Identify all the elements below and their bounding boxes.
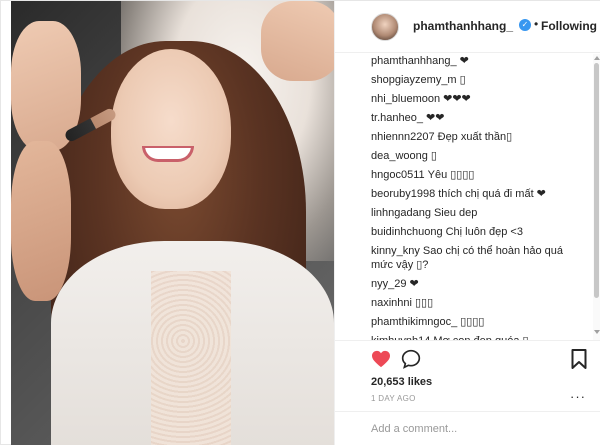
header-username[interactable]: phamthanhhang_	[413, 19, 513, 33]
header-separator: •	[534, 17, 539, 31]
comment-row: naxinhni ▯▯▯	[371, 296, 593, 310]
heart-icon[interactable]	[371, 350, 391, 368]
post-side-panel: phamthanhhang_ ✓ • Following phamthanhha…	[334, 1, 600, 445]
like-count[interactable]: 20,653 likes	[371, 376, 432, 388]
comment-text: Yêu ▯▯▯▯	[427, 169, 475, 181]
comment-icon[interactable]	[401, 349, 421, 369]
scroll-down-icon[interactable]	[594, 329, 600, 335]
comment-text: ▯▯▯▯	[460, 316, 485, 328]
comment-text: Đẹp xuất thần▯	[437, 131, 513, 143]
bookmark-icon[interactable]	[571, 349, 587, 369]
comment-username[interactable]: phamthikimngoc_	[371, 316, 457, 328]
comment-username[interactable]: beoruby1998	[371, 188, 435, 200]
comment-row: nyy_29 ❤	[371, 277, 593, 291]
comment-row: buidinhchuong Chị luôn đẹp <3	[371, 225, 593, 239]
post-photo[interactable]	[11, 1, 334, 445]
following-button[interactable]: Following	[541, 19, 597, 33]
comment-text: ▯▯▯	[414, 297, 434, 309]
lace-top	[151, 271, 231, 445]
comment-username[interactable]: dea_woong	[371, 150, 428, 162]
comment-row: nhiennn2207 Đẹp xuất thần▯	[371, 130, 593, 144]
comment-text: ❤❤❤	[443, 93, 471, 105]
comment-text: Sieu dep	[433, 207, 478, 219]
comment-username[interactable]: naxinhni	[371, 297, 412, 309]
add-comment-input[interactable]	[371, 420, 586, 438]
scroll-thumb[interactable]	[594, 63, 599, 298]
comment-username[interactable]: phamthanhhang_	[371, 55, 457, 67]
post-header: phamthanhhang_ ✓ • Following	[335, 1, 600, 53]
comment-row: shopgiayzemy_m ▯	[371, 73, 593, 87]
face	[111, 49, 231, 209]
scroll-up-icon[interactable]	[594, 55, 600, 61]
comment-username[interactable]: shopgiayzemy_m	[371, 74, 457, 86]
comment-text: ❤	[409, 278, 419, 290]
makeup-artist-arm	[11, 141, 71, 301]
comment-username[interactable]: linhngadang	[371, 207, 431, 219]
comment-text: Chị luôn đẹp <3	[445, 226, 523, 238]
comment-row: linhngadang Sieu dep	[371, 206, 593, 220]
comment-username[interactable]: nhi_bluemoon	[371, 93, 440, 105]
comment-username[interactable]: kinny_kny	[371, 245, 420, 257]
comment-row: hngoc0511 Yêu ▯▯▯▯	[371, 168, 593, 182]
comment-text: ❤	[459, 55, 469, 67]
instagram-post: phamthanhhang_ ✓ • Following phamthanhha…	[0, 0, 600, 445]
comment-text: thích chị quá đi mất ❤	[438, 188, 546, 200]
comment-list[interactable]: phamthanhhang_ ❤ shopgiayzemy_m ▯ nhi_bluemo…	[335, 54, 593, 340]
comment-username[interactable]: hngoc0511	[371, 169, 425, 181]
comment-username[interactable]: buidinhchuong	[371, 226, 443, 238]
comment-username[interactable]: nhiennn2207	[371, 131, 435, 143]
comment-row: phamthanhhang_ ❤	[371, 54, 593, 68]
comment-row: dea_woong ▯	[371, 149, 593, 163]
avatar[interactable]	[371, 13, 399, 41]
comment-text: ▯	[430, 150, 437, 162]
action-bar	[335, 340, 600, 374]
comment-username[interactable]: tr.hanheo_	[371, 112, 423, 124]
comment-text: ❤❤	[426, 112, 445, 124]
more-options-icon[interactable]: ···	[570, 389, 586, 404]
comment-row: tr.hanheo_ ❤❤	[371, 111, 593, 125]
comment-username[interactable]: nyy_29	[371, 278, 406, 290]
comment-row: nhi_bluemoon ❤❤❤	[371, 92, 593, 106]
smile	[142, 146, 194, 162]
comment-row: kinny_kny Sao chị có thể hoàn hảo quá mức…	[371, 244, 593, 272]
comment-row: beoruby1998 thích chị quá đi mất ❤	[371, 187, 593, 201]
comment-text: ▯	[459, 74, 466, 86]
add-comment-bar	[335, 411, 600, 445]
post-timestamp[interactable]: 1 DAY AGO	[371, 394, 416, 403]
comment-row: phamthikimngoc_ ▯▯▯▯	[371, 315, 593, 329]
verified-badge-icon: ✓	[519, 19, 531, 31]
stylist-hand	[261, 1, 334, 81]
